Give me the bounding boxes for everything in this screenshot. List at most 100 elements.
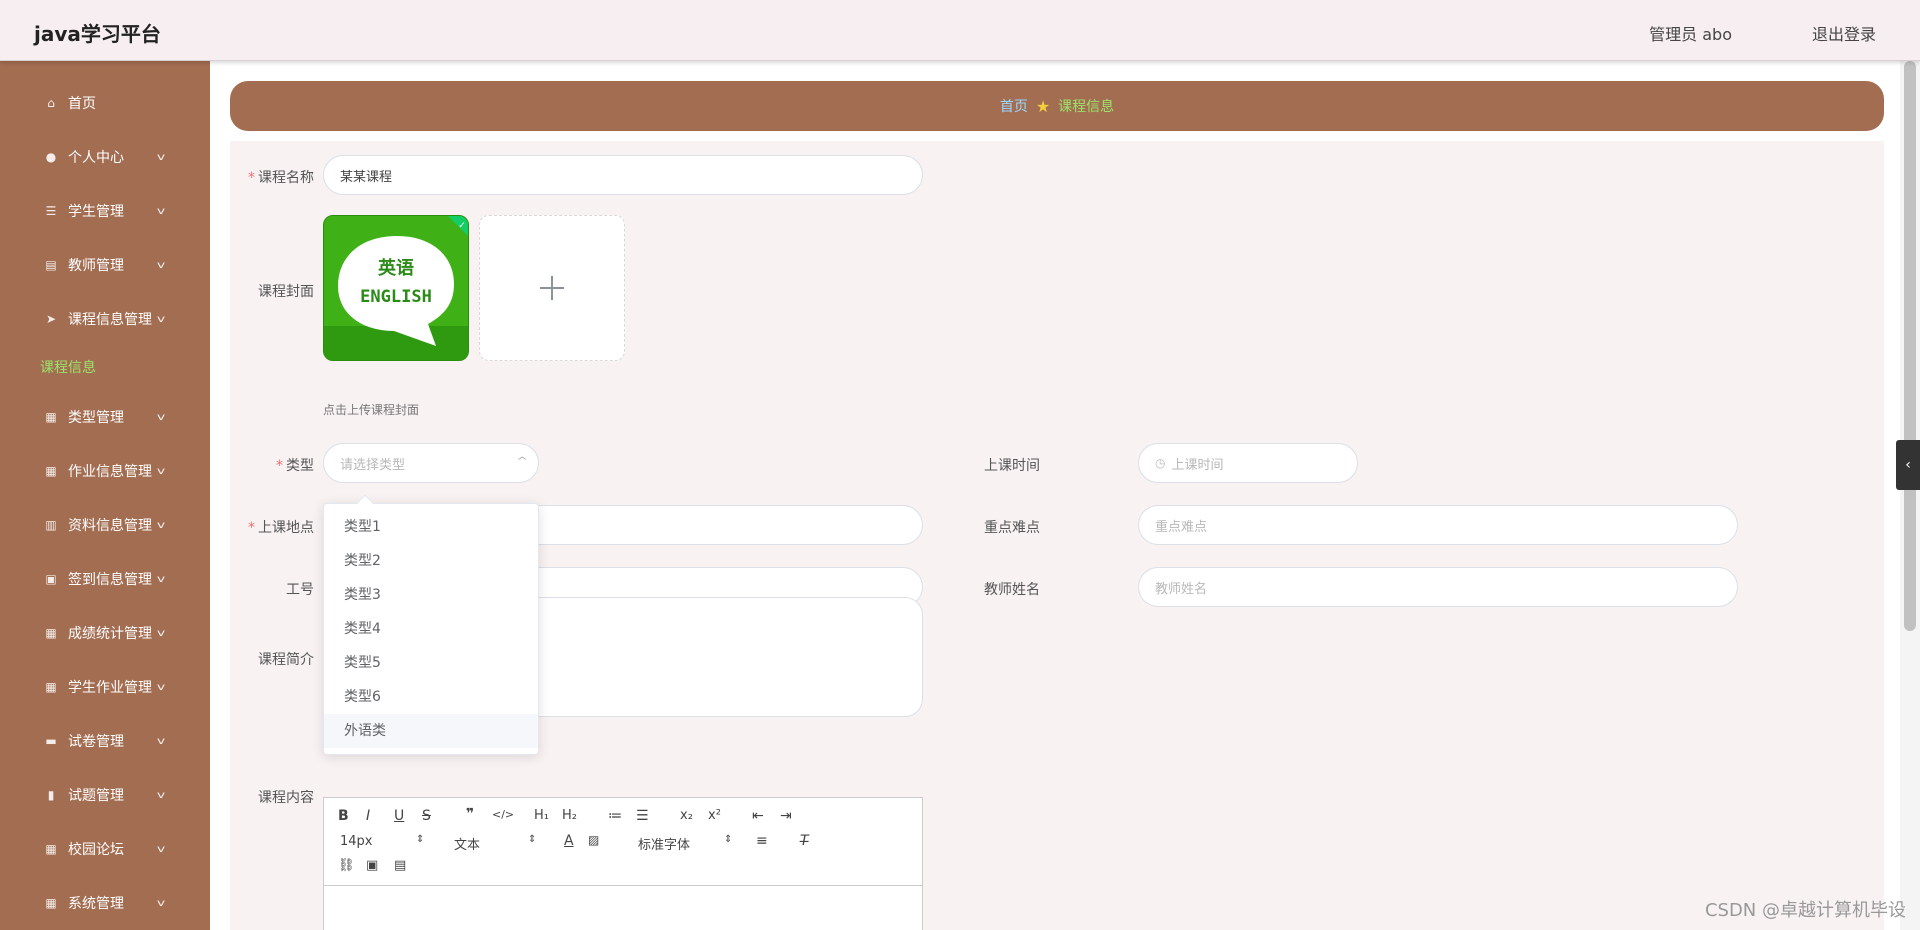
star-icon: ★ — [1035, 96, 1051, 116]
sidebar-subitem-course[interactable]: 课程信息 — [40, 357, 96, 377]
strike-icon[interactable]: S — [422, 808, 431, 824]
sidebar-item-grades[interactable]: ▦ 成绩统计管理 v — [0, 613, 210, 653]
breadcrumb-home[interactable]: 首页 — [1000, 96, 1028, 116]
class-time-label: 上课时间 — [984, 458, 1040, 474]
sidebar-item-checkin[interactable]: ▣ 签到信息管理 v — [0, 559, 210, 599]
editor-toolbar: B I U S ❞ </> H₁ H₂ ≔ ☰ x₂ x² ⇤ ⇥ 14px ⇕… — [324, 798, 922, 886]
type-option-hover[interactable]: 外语类 — [324, 714, 538, 748]
panel-toggle-button[interactable]: ‹ — [1896, 440, 1920, 490]
grid-icon: ▦ — [45, 410, 57, 424]
sidebar-item-profile[interactable]: ● 个人中心 v — [0, 137, 210, 177]
sidebar-item-system[interactable]: ▦ 系统管理 v — [0, 883, 210, 923]
sidebar-item-label: 成绩统计管理 — [68, 626, 152, 642]
grid-icon: ▦ — [45, 626, 57, 640]
select-arrows-icon: ⇕ — [416, 834, 425, 845]
svg-text:英语: 英语 — [377, 257, 414, 279]
chevron-down-icon: v — [156, 205, 166, 217]
key-points-input[interactable]: 重点难点 — [1138, 505, 1738, 545]
chevron-down-icon: v — [156, 519, 166, 531]
background-color-icon[interactable]: ▨ — [588, 833, 599, 847]
font-size-select[interactable]: 14px — [340, 834, 373, 849]
sidebar-item-student-homework[interactable]: ▦ 学生作业管理 v — [0, 667, 210, 707]
sidebar-item-label: 签到信息管理 — [68, 572, 152, 588]
type-option[interactable]: 类型1 — [324, 510, 538, 544]
sidebar-item-questions[interactable]: ▮ 试题管理 v — [0, 775, 210, 815]
image-icon[interactable]: ▣ — [366, 858, 378, 873]
select-arrows-icon: ⇕ — [724, 834, 733, 845]
type-option[interactable]: 类型2 — [324, 544, 538, 578]
grid-icon: ▦ — [45, 464, 57, 478]
align-icon[interactable]: ≡ — [756, 833, 768, 849]
clear-format-icon[interactable]: T̶ — [800, 833, 809, 849]
sidebar-item-homework[interactable]: ▦ 作业信息管理 v — [0, 451, 210, 491]
sidebar-item-label: 系统管理 — [68, 896, 124, 912]
breadcrumb-current: 课程信息 — [1058, 99, 1115, 115]
heading1-icon[interactable]: H₁ — [534, 808, 549, 823]
select-arrows-icon: ⇕ — [528, 834, 537, 845]
font-color-icon[interactable]: A — [564, 833, 574, 849]
type-option[interactable]: 类型3 — [324, 578, 538, 612]
grid-icon: ▦ — [45, 842, 57, 856]
underline-icon[interactable]: U — [394, 808, 404, 824]
document-icon: ▥ — [45, 518, 57, 532]
key-points-label: 重点难点 — [984, 520, 1040, 536]
grid-icon: ▦ — [45, 896, 57, 910]
type-option[interactable]: 类型6 — [324, 680, 538, 714]
sidebar-item-label: 学生作业管理 — [68, 680, 152, 696]
sidebar-item-teachers[interactable]: ▤ 教师管理 v — [0, 245, 210, 285]
heading2-icon[interactable]: H₂ — [562, 808, 577, 823]
sidebar-item-forum[interactable]: ▦ 校园论坛 v — [0, 829, 210, 869]
font-family-select[interactable]: 标准字体 — [638, 834, 690, 853]
sidebar-item-label: 作业信息管理 — [68, 464, 152, 480]
cover-upload-button[interactable] — [479, 215, 625, 361]
logout-link[interactable]: 退出登录 — [1812, 21, 1876, 45]
sidebar-item-label: 个人中心 — [68, 150, 124, 166]
type-option[interactable]: 类型4 — [324, 612, 538, 646]
code-icon[interactable]: </> — [492, 808, 514, 821]
course-cover-image[interactable]: 英语 ENGLISH ✓ — [323, 215, 469, 361]
sidebar: ⌂ 首页 ● 个人中心 v ☰ 学生管理 v ▤ 教师管理 v ➤ 课程信息管理… — [0, 61, 210, 930]
english-leaf-icon: 英语 ENGLISH ✓ — [324, 216, 468, 360]
ordered-list-icon[interactable]: ≔ — [608, 808, 622, 824]
chevron-down-icon: v — [156, 735, 166, 747]
outdent-icon[interactable]: ⇤ — [752, 808, 764, 824]
block-format-select[interactable]: 文本 — [454, 834, 480, 853]
plus-icon — [540, 276, 564, 300]
sidebar-item-home[interactable]: ⌂ 首页 — [0, 83, 210, 123]
bullet-list-icon[interactable]: ☰ — [636, 808, 649, 824]
sidebar-item-materials[interactable]: ▥ 资料信息管理 v — [0, 505, 210, 545]
sidebar-item-types[interactable]: ▦ 类型管理 v — [0, 397, 210, 437]
italic-icon[interactable]: I — [366, 808, 370, 824]
upload-hint: 点击上传课程封面 — [323, 403, 420, 417]
location-label: * 上课地点 — [248, 520, 314, 536]
sidebar-item-label: 首页 — [68, 96, 96, 112]
sidebar-item-students[interactable]: ☰ 学生管理 v — [0, 191, 210, 231]
chevron-down-icon: v — [156, 411, 166, 423]
course-name-input[interactable]: 某某课程 — [323, 155, 923, 195]
type-option[interactable]: 类型5 — [324, 646, 538, 680]
class-time-input[interactable]: ◷ 上课时间 — [1138, 443, 1358, 483]
sidebar-item-papers[interactable]: ▬ 试卷管理 v — [0, 721, 210, 761]
course-name-label: * 课程名称 — [248, 170, 314, 186]
indent-icon[interactable]: ⇥ — [780, 808, 792, 824]
chevron-up-icon: ^ — [515, 456, 528, 467]
bold-icon[interactable]: B — [338, 808, 349, 824]
sidebar-item-course-info[interactable]: ➤ 课程信息管理 v — [0, 299, 210, 339]
sidebar-item-label: 试卷管理 — [68, 734, 124, 750]
quote-icon[interactable]: ❞ — [466, 806, 474, 822]
course-form: * 课程名称 某某课程 课程封面 英语 ENGLISH ✓ 点击上传课程封面 * 类… — [230, 141, 1884, 930]
clock-icon: ◷ — [1155, 456, 1166, 470]
chevron-down-icon: v — [156, 681, 166, 693]
link-icon[interactable]: ⛓ — [338, 858, 355, 873]
monitor-icon: ▬ — [45, 734, 57, 748]
video-icon[interactable]: ▤ — [394, 858, 406, 873]
superscript-icon[interactable]: x² — [708, 808, 721, 823]
type-select[interactable]: 请选择类型 ^ — [323, 443, 539, 483]
top-header: java学习平台 管理员 abo 退出登录 — [0, 0, 1920, 61]
current-user[interactable]: 管理员 abo — [1649, 21, 1732, 45]
content-label: 课程内容 — [258, 790, 314, 806]
teacher-name-input[interactable]: 教师姓名 — [1138, 567, 1738, 607]
scrollbar-thumb[interactable] — [1904, 61, 1916, 631]
main-content: 首页 ★ 课程信息 *课程名称 某某课程 课程封面 英语 ENGLISH ✓ — [210, 61, 1900, 930]
subscript-icon[interactable]: x₂ — [680, 808, 693, 823]
